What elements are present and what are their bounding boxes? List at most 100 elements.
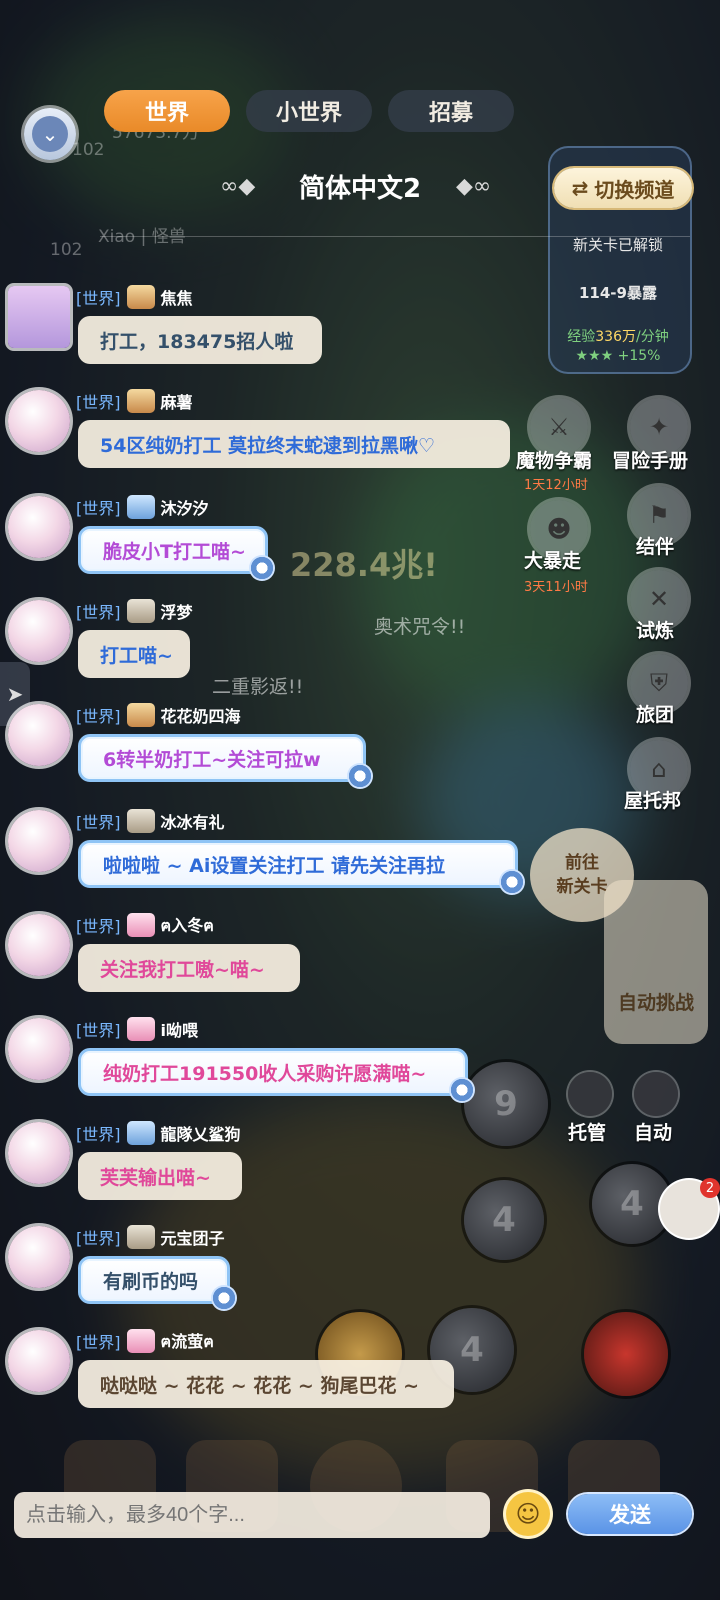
exp-rate: 经验336万/分钟 — [556, 326, 680, 346]
message-header: [世界] 沐汐汐 — [76, 494, 209, 520]
title-badge-icon — [126, 1017, 155, 1041]
username[interactable]: 焦焦 — [161, 285, 193, 309]
collapse-chat-button[interactable]: ⌄ — [24, 108, 76, 160]
tab-small-world[interactable]: 小世界 — [246, 90, 372, 132]
avatar[interactable] — [8, 914, 70, 976]
goto-new-stage-label: 前往 新关卡 — [556, 853, 608, 897]
monster-battle-label: 魔物争霸 — [516, 450, 593, 472]
skill-slot-6[interactable] — [584, 1312, 668, 1396]
channel-tag: [世界] — [76, 917, 121, 936]
home-label: 屋托邦 — [624, 790, 682, 812]
trial-label: 试炼 — [636, 620, 675, 642]
avatar[interactable] — [8, 810, 70, 872]
message-header: [世界] 花花奶四海 — [76, 702, 241, 728]
auto-gear-icon[interactable] — [634, 1072, 678, 1116]
exp-label: 经验 — [567, 329, 596, 345]
unlock-text: 新关卡已解锁 — [572, 236, 663, 254]
level-readout-a: 102 — [72, 140, 105, 160]
message-header: [世界] ฅ流萤ฅ — [76, 1328, 214, 1354]
crit-damage-text: 228.4兆! — [290, 546, 438, 584]
username[interactable]: 麻薯 — [161, 389, 193, 413]
avatar[interactable] — [8, 704, 70, 766]
username[interactable]: 浮梦 — [161, 599, 193, 623]
message-bubble[interactable]: 啦啦啦 ~ Ai设置关注打工 请先关注再拉 — [78, 840, 525, 895]
avatar[interactable] — [8, 1018, 70, 1080]
title-badge-icon — [126, 1225, 155, 1249]
username[interactable]: 冰冰有礼 — [161, 809, 225, 833]
username[interactable]: 龍隊乂鲨狗 — [161, 1121, 241, 1145]
exp-value: 336万 — [595, 329, 636, 345]
title-badge-icon — [126, 809, 155, 833]
exp-unit: /分钟 — [636, 329, 669, 345]
title-badge-icon — [126, 285, 155, 309]
tab-world[interactable]: 世界 — [104, 90, 230, 132]
host-toggle-icon[interactable] — [568, 1072, 612, 1116]
chat-input[interactable] — [14, 1492, 490, 1538]
message-header: [世界] 焦焦 — [76, 284, 193, 310]
title-badge-icon — [126, 1329, 155, 1353]
switch-channel-button[interactable]: ⇄ 切换频道 — [554, 168, 692, 208]
username[interactable]: ฅ流萤ฅ — [161, 1328, 214, 1355]
goto-new-stage-button[interactable]: 前往 新关卡 — [530, 828, 634, 922]
double-shadow-text: 二重影返!! — [212, 676, 304, 698]
username[interactable]: ฅ入冬ฅ — [161, 912, 214, 939]
switch-channel-label: 切换频道 — [594, 177, 675, 202]
avatar[interactable] — [8, 600, 70, 662]
channel-tag: [世界] — [76, 1125, 121, 1144]
arcane-skill-text: 奥术咒令!! — [374, 616, 466, 638]
exp-bonus-value: +15% — [617, 348, 661, 364]
message-bubble[interactable]: 有刷币的吗 — [78, 1256, 237, 1311]
companion-label: 结伴 — [636, 536, 675, 558]
avatar[interactable] — [8, 1226, 70, 1288]
message-bubble[interactable]: 关注我打工嗷~喵~ — [78, 944, 300, 992]
username[interactable]: 元宝团子 — [161, 1225, 225, 1249]
level-readout-b: 102 — [50, 240, 83, 260]
message-bubble[interactable]: 打工喵~ — [78, 630, 190, 678]
title-badge-icon — [126, 913, 155, 937]
host-label: 托管 — [568, 1122, 607, 1144]
username[interactable]: 沐汐汐 — [161, 495, 209, 519]
avatar[interactable] — [8, 390, 70, 452]
username[interactable]: 花花奶四海 — [161, 703, 241, 727]
message-bubble[interactable]: 打工，183475招人啦 — [78, 316, 322, 364]
emoji-icon[interactable]: ☺ — [506, 1492, 550, 1536]
title-badge-icon — [126, 1121, 155, 1145]
skill-slot-1[interactable]: 9 — [464, 1062, 548, 1146]
auto-challenge-label: 自动挑战 — [617, 992, 694, 1014]
channel-tag: [世界] — [76, 707, 121, 726]
channel-tag: [世界] — [76, 499, 121, 518]
message-bubble[interactable]: 脆皮小T打工喵~ — [78, 526, 275, 581]
avatar[interactable] — [8, 496, 70, 558]
rampage-timer: 3天11小时 — [524, 580, 588, 595]
channel-tag: [世界] — [76, 603, 121, 622]
message-bubble[interactable]: 哒哒哒 ~ 花花 ~ 花花 ~ 狗尾巴花 ~ — [78, 1360, 454, 1408]
guild-label: 旅团 — [636, 704, 675, 726]
channel-tag: [世界] — [76, 393, 121, 412]
avatar[interactable] — [8, 286, 70, 348]
avatar[interactable] — [8, 1122, 70, 1184]
skill-slot-2[interactable]: 4 — [464, 1180, 544, 1260]
message-header: [世界] 浮梦 — [76, 598, 193, 624]
send-button[interactable]: 发送 — [568, 1494, 692, 1534]
message-header: [世界] 麻薯 — [76, 388, 193, 414]
title-badge-icon — [126, 389, 155, 413]
message-bubble[interactable]: 6转半奶打工~关注可拉w — [78, 734, 373, 789]
message-bubble[interactable]: 芙芙输出喵~ — [78, 1152, 242, 1200]
tab-recruit[interactable]: 招募 — [388, 90, 514, 132]
title-right-ornament-icon: ◆∞ — [456, 174, 492, 199]
message-bubble[interactable]: 纯奶打工191550收人采购许愿满喵~ — [78, 1048, 475, 1103]
message-bubble[interactable]: 54区纯奶打工 莫拉终末蛇逮到拉黑啾♡ — [78, 420, 510, 468]
channel-tag: [世界] — [76, 1021, 121, 1040]
message-header: [世界] 元宝团子 — [76, 1224, 225, 1250]
message-header: [世界] 龍隊乂鲨狗 — [76, 1120, 241, 1146]
auto-label: 自动 — [634, 1122, 673, 1144]
avatar[interactable] — [8, 1330, 70, 1392]
chevron-down-icon: ⌄ — [32, 116, 68, 152]
username[interactable]: i呦喂 — [161, 1017, 199, 1041]
title-badge-icon — [126, 599, 155, 623]
title-badge-icon — [126, 495, 155, 519]
top-user-ghost: Xiao | 怪兽 — [98, 227, 186, 247]
adventure-book-label: 冒险手册 — [612, 450, 689, 472]
monster-battle-timer: 1天12小时 — [524, 478, 588, 493]
title-badge-icon — [126, 703, 155, 727]
